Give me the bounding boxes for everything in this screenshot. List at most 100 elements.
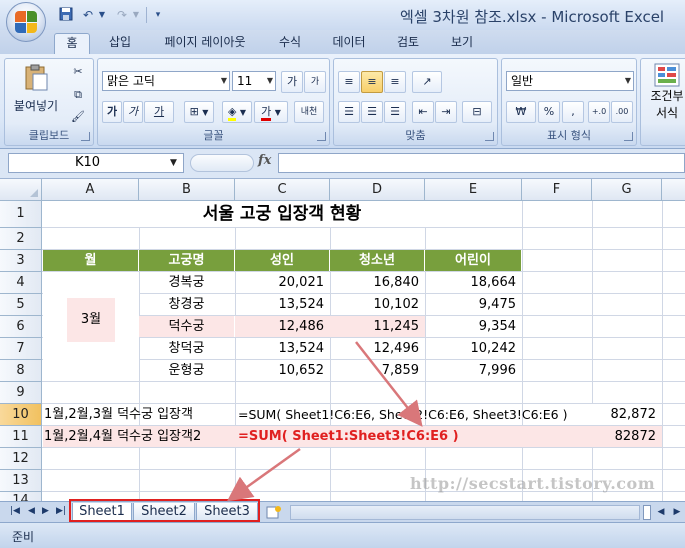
- header-adult[interactable]: 성인: [235, 250, 330, 271]
- scroll-right-icon[interactable]: ▶: [670, 505, 684, 520]
- header-child[interactable]: 어린이: [425, 250, 521, 271]
- row-header-9[interactable]: 9: [0, 382, 42, 404]
- clipboard-launcher-icon[interactable]: [81, 132, 90, 141]
- font-size-combo[interactable]: 11 ▼: [232, 71, 276, 91]
- name-box-dropdown-icon[interactable]: ▼: [170, 158, 177, 168]
- column-header-b[interactable]: B: [139, 179, 235, 201]
- align-bottom-icon[interactable]: ≡: [384, 71, 406, 93]
- insert-sheet-icon[interactable]: [266, 505, 282, 519]
- alignment-launcher-icon[interactable]: [485, 132, 494, 141]
- align-center-icon[interactable]: ☰: [361, 101, 383, 123]
- tab-data[interactable]: 데이터: [322, 33, 376, 54]
- header-palace[interactable]: 고궁명: [139, 250, 235, 271]
- youth-count[interactable]: 7,859: [330, 360, 425, 381]
- bold-button[interactable]: 가: [102, 101, 122, 123]
- align-right-icon[interactable]: ☰: [384, 101, 406, 123]
- decrease-decimal-button[interactable]: .00: [611, 101, 633, 123]
- borders-button[interactable]: ⊞ ▼: [184, 101, 214, 123]
- save-icon[interactable]: [58, 7, 74, 23]
- orientation-icon[interactable]: ↗: [412, 71, 442, 93]
- horizontal-scroll-thumb[interactable]: [643, 505, 651, 520]
- palace-name[interactable]: 창경궁: [139, 294, 234, 315]
- row11-result[interactable]: 82872: [592, 426, 662, 447]
- tab-home[interactable]: 홈: [54, 33, 90, 54]
- formula-input[interactable]: [278, 153, 685, 173]
- child-count[interactable]: 9,354: [425, 316, 522, 337]
- adult-count[interactable]: 13,524: [235, 338, 330, 359]
- child-count[interactable]: 10,242: [425, 338, 522, 359]
- increase-indent-icon[interactable]: ⇥: [435, 101, 457, 123]
- column-header-g[interactable]: G: [592, 179, 662, 201]
- row-header-13[interactable]: 13: [0, 470, 42, 492]
- row-header-14[interactable]: 14: [0, 492, 42, 501]
- align-middle-icon[interactable]: ≡: [361, 71, 383, 93]
- first-sheet-icon[interactable]: |◀: [10, 506, 20, 516]
- increase-decimal-button[interactable]: +.0: [588, 101, 610, 123]
- last-sheet-icon[interactable]: ▶|: [56, 506, 66, 516]
- header-youth[interactable]: 청소년: [330, 250, 425, 271]
- cut-icon[interactable]: ✂: [67, 62, 89, 84]
- tab-insert[interactable]: 삽입: [98, 33, 142, 54]
- formula-bar-resize-handle[interactable]: [190, 154, 254, 172]
- prev-sheet-icon[interactable]: ◀: [28, 506, 35, 516]
- row-header-6[interactable]: 6: [0, 316, 42, 338]
- palace-name-highlighted[interactable]: 덕수궁: [139, 316, 234, 337]
- column-header-c[interactable]: C: [235, 179, 330, 201]
- youth-count[interactable]: 12,496: [330, 338, 425, 359]
- youth-count[interactable]: 16,840: [330, 272, 425, 293]
- row-header-1[interactable]: 1: [0, 201, 42, 228]
- align-left-icon[interactable]: ☰: [338, 101, 360, 123]
- row11-formula[interactable]: =SUM( Sheet1:Sheet3!C6:E6 ): [238, 426, 459, 447]
- youth-count[interactable]: 10,102: [330, 294, 425, 315]
- row10-result[interactable]: 82,872: [592, 404, 662, 425]
- comma-button[interactable]: ,: [562, 101, 584, 123]
- column-header-d[interactable]: D: [330, 179, 425, 201]
- conditional-format-button[interactable]: 조건부 서식: [645, 63, 685, 121]
- merge-center-icon[interactable]: ⊟: [462, 101, 492, 123]
- number-format-combo[interactable]: 일반 ▼: [506, 71, 634, 91]
- row-header-10[interactable]: 10: [0, 404, 42, 426]
- child-count[interactable]: 18,664: [425, 272, 522, 293]
- palace-name[interactable]: 창덕궁: [139, 338, 234, 359]
- fill-color-button[interactable]: ◈ ▼: [222, 101, 252, 123]
- row-header-3[interactable]: 3: [0, 250, 42, 272]
- decrease-indent-icon[interactable]: ⇤: [412, 101, 434, 123]
- horizontal-scrollbar[interactable]: [290, 505, 640, 520]
- redo-dropdown-icon[interactable]: ▼: [131, 7, 141, 23]
- row-header-5[interactable]: 5: [0, 294, 42, 316]
- office-button[interactable]: [6, 2, 46, 42]
- row10-formula[interactable]: =SUM( Sheet1!C6:E6, Sheet2!C6:E6, Sheet3…: [238, 404, 567, 425]
- row-header-7[interactable]: 7: [0, 338, 42, 360]
- child-count[interactable]: 7,996: [425, 360, 522, 381]
- adult-count[interactable]: 20,021: [235, 272, 330, 293]
- scroll-left-icon[interactable]: ◀: [654, 505, 668, 520]
- paste-button[interactable]: 붙여넣기: [13, 63, 59, 117]
- font-name-combo[interactable]: 맑은 고딕 ▼: [102, 71, 230, 91]
- copy-icon[interactable]: ⧉: [67, 85, 89, 107]
- font-launcher-icon[interactable]: [317, 132, 326, 141]
- child-count[interactable]: 9,475: [425, 294, 522, 315]
- align-top-icon[interactable]: ≡: [338, 71, 360, 93]
- tab-page-layout[interactable]: 페이지 레이아웃: [150, 33, 260, 54]
- palace-name[interactable]: 경복궁: [139, 272, 234, 293]
- adult-count-highlighted[interactable]: 12,486: [235, 316, 330, 337]
- font-color-button[interactable]: 가 ▼: [254, 101, 288, 123]
- select-all-corner[interactable]: [0, 179, 42, 201]
- redo-icon[interactable]: ↷: [114, 7, 130, 23]
- undo-icon[interactable]: ↶: [80, 7, 96, 23]
- currency-button[interactable]: ₩: [506, 101, 536, 123]
- name-box[interactable]: K10: [8, 153, 184, 173]
- undo-dropdown-icon[interactable]: ▼: [97, 7, 107, 23]
- format-painter-icon[interactable]: 🖌: [67, 107, 89, 129]
- row-header-8[interactable]: 8: [0, 360, 42, 382]
- insert-function-icon[interactable]: fx: [258, 153, 271, 168]
- column-header-e[interactable]: E: [425, 179, 522, 201]
- percent-button[interactable]: %: [538, 101, 560, 123]
- row-header-2[interactable]: 2: [0, 228, 42, 250]
- tab-formulas[interactable]: 수식: [268, 33, 312, 54]
- adult-count[interactable]: 10,652: [235, 360, 330, 381]
- next-sheet-icon[interactable]: ▶: [42, 506, 49, 516]
- column-header-a[interactable]: A: [42, 179, 139, 201]
- youth-count-highlighted[interactable]: 11,245: [330, 316, 425, 337]
- grow-font-button[interactable]: 가: [281, 71, 303, 93]
